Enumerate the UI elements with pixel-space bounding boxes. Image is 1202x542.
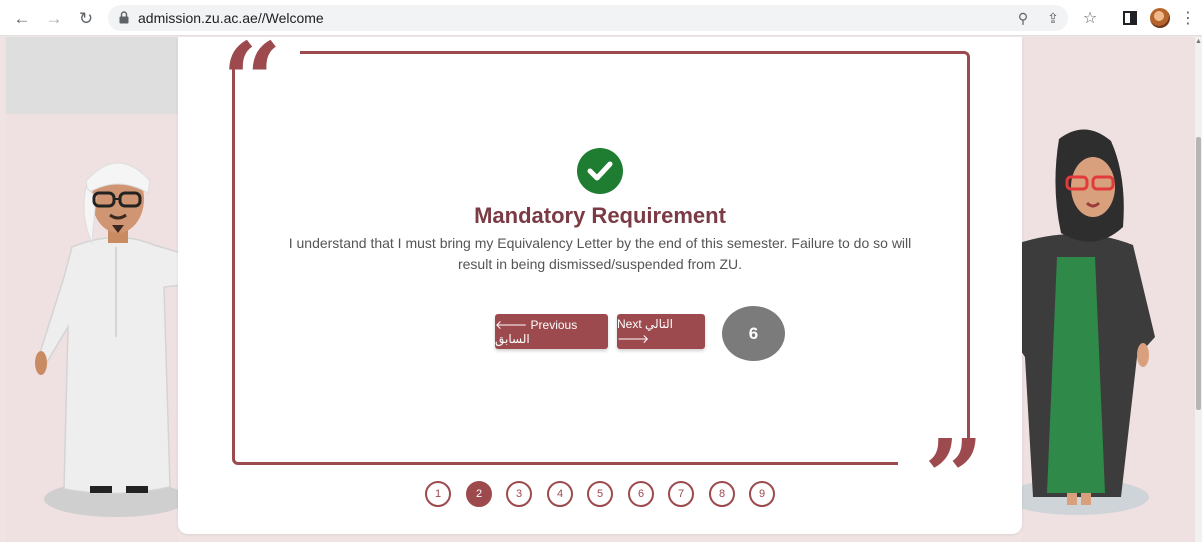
step-number-badge: 6 <box>722 306 785 361</box>
open-quote-icon: “ <box>222 37 282 142</box>
page-indicator-9[interactable]: 9 <box>749 481 775 507</box>
previous-button[interactable]: 🡐 Previous السابق <box>495 314 608 349</box>
browser-toolbar: ← → ↻ admission.zu.ac.ae//Welcome ⚲ ⇪ ☆ … <box>0 0 1202 36</box>
address-bar[interactable]: admission.zu.ac.ae//Welcome ⚲ ⇪ <box>108 5 1068 31</box>
scroll-up-arrow-icon[interactable]: ▲ <box>1195 38 1202 46</box>
profile-avatar[interactable] <box>1150 8 1170 28</box>
page-indicator-7[interactable]: 7 <box>668 481 694 507</box>
lock-icon <box>119 11 129 29</box>
page-indicator-4[interactable]: 4 <box>547 481 573 507</box>
page-indicator-3[interactable]: 3 <box>506 481 532 507</box>
close-quote-icon: ” <box>924 416 984 539</box>
menu-dots-icon[interactable]: ⋮ <box>1176 6 1200 30</box>
scrollbar-thumb[interactable] <box>1196 137 1201 410</box>
page-indicator-1[interactable]: 1 <box>425 481 451 507</box>
side-panel-icon[interactable] <box>1118 6 1142 30</box>
page-indicator-5[interactable]: 5 <box>587 481 613 507</box>
left-top-panel <box>6 37 178 114</box>
url-text: admission.zu.ac.ae//Welcome <box>138 10 324 26</box>
bookmark-star-icon[interactable]: ☆ <box>1078 6 1102 30</box>
success-check-icon <box>577 148 623 194</box>
reload-icon[interactable]: ↻ <box>74 6 98 30</box>
requirement-message: I understand that I must bring my Equiva… <box>288 235 912 272</box>
requirement-title: Mandatory Requirement <box>474 203 726 228</box>
back-arrow-icon[interactable]: ← <box>10 6 34 30</box>
share-icon[interactable]: ⇪ <box>1043 8 1063 28</box>
page-indicator-2[interactable]: 2 <box>466 481 492 507</box>
forward-arrow-icon[interactable]: → <box>42 6 66 30</box>
next-button[interactable]: Next التالي 🡒 <box>617 314 705 349</box>
page-indicator-8[interactable]: 8 <box>709 481 735 507</box>
page-viewport: “ ” Mandatory Requirement I understand t… <box>0 37 1195 542</box>
page-indicator-6[interactable]: 6 <box>628 481 654 507</box>
zoom-icon[interactable]: ⚲ <box>1013 8 1033 28</box>
